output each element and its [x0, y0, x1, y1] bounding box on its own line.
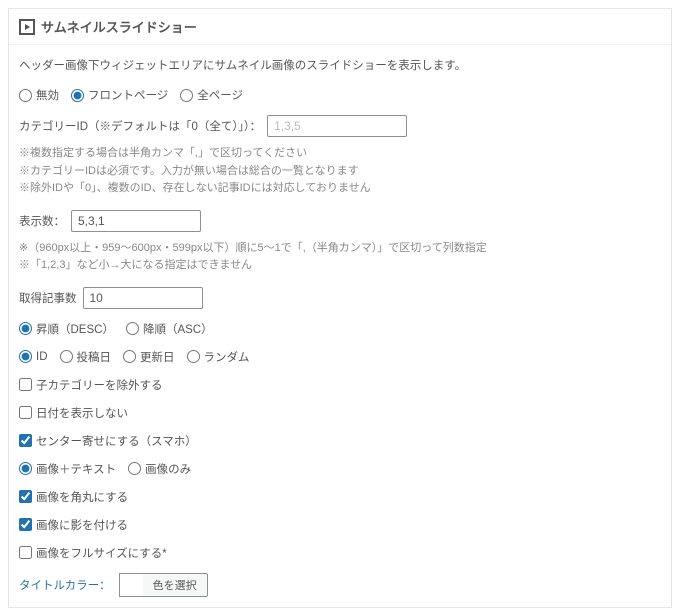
checkbox-exclude-child-cat-row: 子カテゴリーを除外する: [19, 377, 661, 393]
checkbox-round[interactable]: 画像を角丸にする: [19, 489, 128, 505]
thumb-mode-option-imgonly[interactable]: 画像のみ: [128, 461, 191, 477]
thumb-mode-option-imgtext[interactable]: 画像＋テキスト: [19, 461, 116, 477]
chk-label: センター寄せにする（スマホ）: [36, 433, 197, 449]
category-id-input[interactable]: [267, 115, 407, 137]
radio-label: ランダム: [204, 349, 250, 365]
thumb-mode-group: 画像＋テキスト 画像のみ: [19, 461, 661, 477]
fetch-count-row: 取得記事数: [19, 287, 661, 309]
orderby-option-id[interactable]: ID: [19, 350, 48, 363]
note-line: ※「1,2,3」など小→大になる指定はできません: [19, 257, 661, 275]
radio-label: 無効: [36, 87, 59, 103]
chk-label: 画像に影を付ける: [36, 517, 128, 533]
settings-panel: サムネイルスライドショー ヘッダー画像下ウィジェットエリアにサムネイル画像のスラ…: [8, 8, 672, 608]
checkbox-shadow[interactable]: 画像に影を付ける: [19, 517, 128, 533]
title-color-row: タイトルカラー： 色を選択: [19, 573, 661, 597]
radio-none[interactable]: [19, 89, 32, 102]
checkbox-fullsize[interactable]: 画像をフルサイズにする*: [19, 545, 167, 561]
orderby-group: ID 投稿日 更新日 ランダム: [19, 349, 661, 365]
category-notes: ※複数指定する場合は半角カンマ「,」で区切ってください ※カテゴリーIDは必須で…: [19, 145, 661, 198]
radio-date[interactable]: [60, 350, 73, 363]
note-line: ※複数指定する場合は半角カンマ「,」で区切ってください: [19, 145, 661, 163]
fetch-count-input[interactable]: [83, 287, 203, 309]
panel-title: サムネイルスライドショー: [41, 17, 197, 36]
radio-label: フロントページ: [88, 87, 168, 103]
order-group: 昇順（DESC） 降順（ASC）: [19, 321, 661, 337]
radio-label: 全ページ: [197, 87, 243, 103]
chk-exclude-child-cat[interactable]: [19, 378, 32, 391]
chk-shadow[interactable]: [19, 518, 32, 531]
display-scope-option-none[interactable]: 無効: [19, 87, 59, 103]
note-line: ※カテゴリーIDは必須です。入力が無い場合は総合の一覧となります: [19, 163, 661, 181]
display-scope-option-all[interactable]: 全ページ: [180, 87, 243, 103]
radio-all[interactable]: [180, 89, 193, 102]
radio-label: 降順（ASC）: [143, 321, 213, 337]
chk-center-sp[interactable]: [19, 434, 32, 447]
radio-label: ID: [36, 351, 48, 363]
radio-label: 画像＋テキスト: [36, 461, 116, 477]
chk-round[interactable]: [19, 490, 32, 503]
radio-label: 投稿日: [77, 349, 112, 365]
panel-description: ヘッダー画像下ウィジェットエリアにサムネイル画像のスライドショーを表示します。: [19, 57, 661, 73]
chk-label: 日付を表示しない: [36, 405, 128, 421]
checkbox-fullsize-row: 画像をフルサイズにする*: [19, 545, 661, 561]
checkbox-shadow-row: 画像に影を付ける: [19, 517, 661, 533]
order-option-asc[interactable]: 降順（ASC）: [126, 321, 213, 337]
note-line: ※（960px以上・959〜600px・599px以下）順に5〜1で「,（半角カ…: [19, 240, 661, 258]
display-scope-option-front[interactable]: フロントページ: [71, 87, 168, 103]
checkbox-hide-date[interactable]: 日付を表示しない: [19, 405, 128, 421]
checkbox-center-sp-row: センター寄せにする（スマホ）: [19, 433, 661, 449]
color-picker-button[interactable]: 色を選択: [119, 573, 208, 597]
checkbox-exclude-child-cat[interactable]: 子カテゴリーを除外する: [19, 377, 163, 393]
radio-asc[interactable]: [126, 322, 139, 335]
category-id-label: カテゴリーID（※デフォルトは「0（全て）」）：: [19, 118, 261, 134]
display-scope-group: 無効 フロントページ 全ページ: [19, 87, 661, 103]
order-option-desc[interactable]: 昇順（DESC）: [19, 321, 114, 337]
radio-imgtext[interactable]: [19, 462, 32, 475]
radio-label: 更新日: [140, 349, 175, 365]
color-picker-button-label: 色を選択: [153, 580, 197, 592]
chk-fullsize[interactable]: [19, 546, 32, 559]
display-count-input[interactable]: [71, 210, 201, 232]
orderby-option-modified[interactable]: 更新日: [123, 349, 175, 365]
radio-label: 昇順（DESC）: [36, 321, 114, 337]
note-line: ※除外IDや「0」、複数のID、存在しない記事IDには対応しておりません: [19, 180, 661, 198]
radio-front[interactable]: [71, 89, 84, 102]
fetch-count-label: 取得記事数: [19, 290, 77, 306]
radio-imgonly[interactable]: [128, 462, 141, 475]
radio-label: 画像のみ: [145, 461, 191, 477]
orderby-option-rand[interactable]: ランダム: [187, 349, 250, 365]
panel-header: サムネイルスライドショー: [9, 9, 671, 45]
radio-rand[interactable]: [187, 350, 200, 363]
display-count-notes: ※（960px以上・959〜600px・599px以下）順に5〜1で「,（半角カ…: [19, 240, 661, 275]
chk-label: 子カテゴリーを除外する: [36, 377, 163, 393]
radio-desc[interactable]: [19, 322, 32, 335]
radio-modified[interactable]: [123, 350, 136, 363]
checkbox-hide-date-row: 日付を表示しない: [19, 405, 661, 421]
chk-label: 画像をフルサイズにする*: [36, 545, 167, 561]
category-id-row: カテゴリーID（※デフォルトは「0（全て）」）：: [19, 115, 661, 137]
radio-id[interactable]: [19, 350, 32, 363]
chk-label: 画像を角丸にする: [36, 489, 128, 505]
checkbox-center-sp[interactable]: センター寄せにする（スマホ）: [19, 433, 197, 449]
checkbox-round-row: 画像を角丸にする: [19, 489, 661, 505]
chk-hide-date[interactable]: [19, 406, 32, 419]
orderby-option-date[interactable]: 投稿日: [60, 349, 112, 365]
display-count-row: 表示数：: [19, 210, 661, 232]
panel-body: ヘッダー画像下ウィジェットエリアにサムネイル画像のスライドショーを表示します。 …: [9, 45, 671, 607]
title-color-label: タイトルカラー：: [19, 577, 111, 593]
display-count-label: 表示数：: [19, 213, 65, 229]
slideshow-icon: [19, 19, 35, 35]
